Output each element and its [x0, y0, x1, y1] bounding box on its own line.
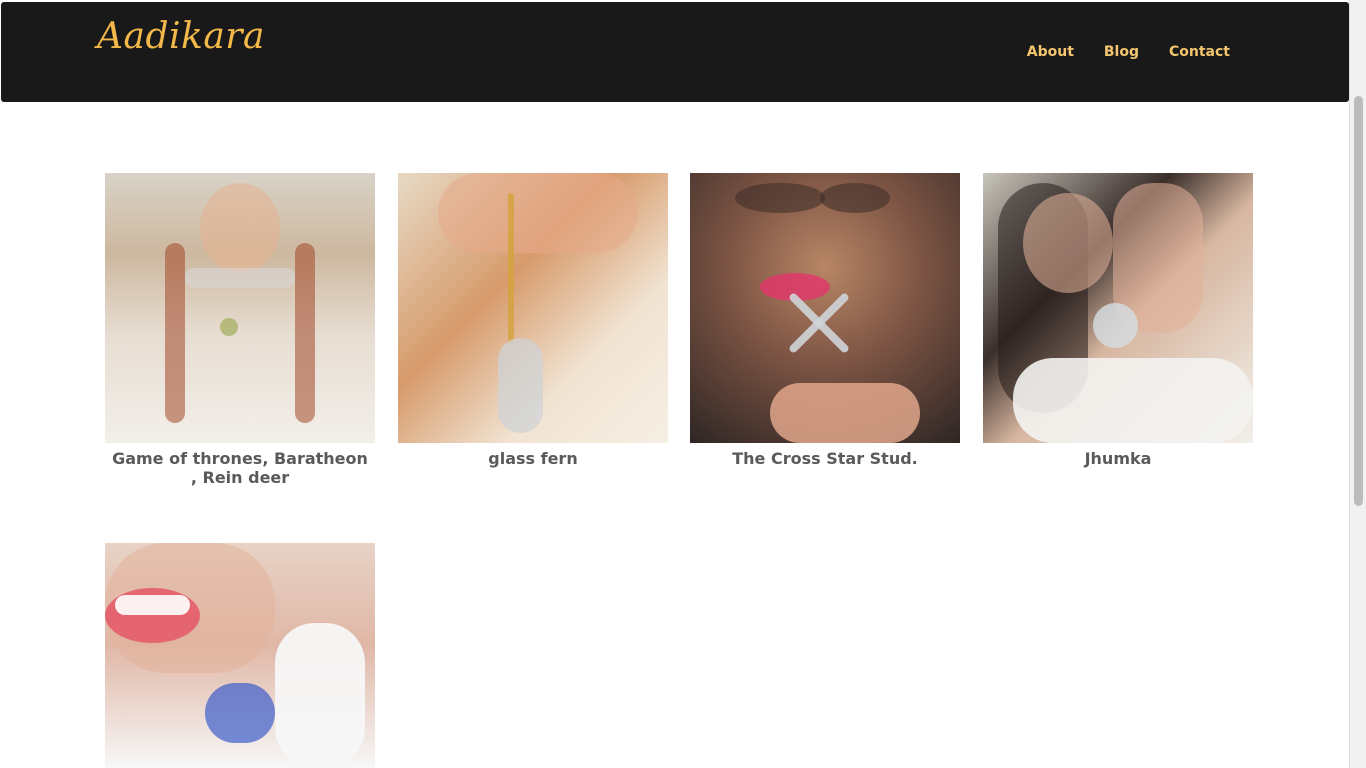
main-nav: About Blog Contact — [1027, 44, 1230, 60]
product-photo[interactable] — [398, 173, 668, 443]
nav-about-link[interactable]: About — [1027, 44, 1074, 60]
product-photo[interactable] — [983, 173, 1253, 443]
product-photo[interactable] — [105, 543, 375, 768]
page-scrollbar[interactable] — [1349, 0, 1366, 768]
gallery-card[interactable] — [105, 543, 375, 768]
gallery-card[interactable]: The Cross Star Stud. — [690, 173, 960, 468]
nav-contact-link[interactable]: Contact — [1169, 44, 1230, 60]
product-photo[interactable] — [105, 173, 375, 443]
product-caption[interactable]: Game of thrones, Baratheon , Rein deer — [105, 449, 375, 487]
product-caption[interactable]: glass fern — [398, 449, 668, 468]
gallery-card[interactable]: Game of thrones, Baratheon , Rein deer — [105, 173, 375, 487]
product-caption[interactable]: Jhumka — [983, 449, 1253, 468]
gallery-card[interactable]: Jhumka — [983, 173, 1253, 468]
site-logo[interactable]: Aadikara — [97, 16, 265, 57]
product-photo[interactable] — [690, 173, 960, 443]
site-header: Aadikara About Blog Contact — [1, 2, 1349, 102]
product-caption[interactable]: The Cross Star Stud. — [690, 449, 960, 468]
gallery-card[interactable]: glass fern — [398, 173, 668, 468]
scrollbar-thumb[interactable] — [1354, 96, 1363, 506]
nav-blog-link[interactable]: Blog — [1104, 44, 1139, 60]
